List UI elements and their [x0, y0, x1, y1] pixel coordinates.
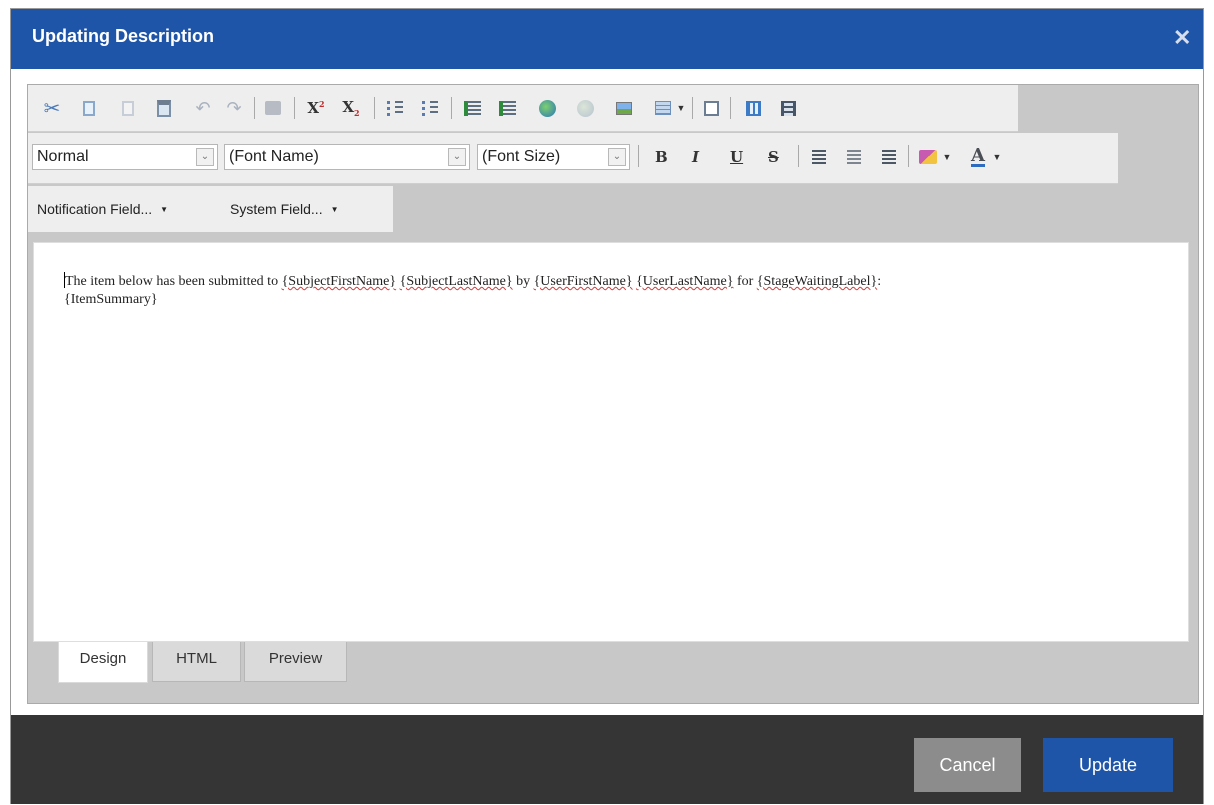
align-right-icon[interactable]	[877, 145, 901, 169]
rich-text-editor: ✂ ↶ ↷ X2 X2 ▼ Normal ⌄ (Font Name) ⌄ (Fo…	[27, 84, 1199, 704]
toolbar-separator	[798, 145, 799, 167]
field-token: {ItemSummary}	[64, 292, 158, 307]
tab-design[interactable]: Design	[58, 642, 148, 683]
updating-description-dialog: Updating Description ✕ ✂ ↶ ↷ X2 X2 ▼ Nor…	[10, 8, 1204, 804]
superscript-mark: 2	[319, 99, 325, 109]
toolbar-separator	[638, 145, 639, 167]
field-token: {UserLastName}	[636, 274, 734, 289]
italic-button[interactable]: I	[692, 144, 699, 170]
chevron-down-icon: ⌄	[196, 148, 214, 166]
align-left-icon[interactable]	[807, 145, 831, 169]
redo-icon[interactable]: ↷	[222, 96, 246, 120]
toolbar-separator	[374, 97, 375, 119]
highlight-color-icon[interactable]	[916, 145, 940, 169]
cut-icon[interactable]: ✂	[40, 96, 64, 120]
tab-html[interactable]: HTML	[152, 642, 241, 682]
paragraph-style-value: Normal	[37, 148, 89, 165]
notification-fields-dropdown[interactable]: Notification Field... ▼	[37, 198, 168, 220]
font-size-value: (Font Size)	[482, 148, 561, 165]
unordered-list-icon[interactable]	[418, 96, 442, 120]
toolbar-separator	[908, 145, 909, 167]
font-size-select[interactable]: (Font Size) ⌄	[477, 144, 630, 170]
dialog-title-bar: Updating Description ✕	[11, 9, 1203, 69]
editor-toolbar-row-2: Normal ⌄ (Font Name) ⌄ (Font Size) ⌄ B I…	[28, 133, 1118, 184]
outdent-icon[interactable]	[495, 96, 519, 120]
underline-button[interactable]: U	[730, 144, 743, 170]
field-token: {SubjectFirstName}	[281, 274, 397, 289]
toolbar-separator	[254, 97, 255, 119]
subscript-mark: 2	[354, 108, 360, 118]
highlight-dropdown-arrow[interactable]: ▼	[940, 145, 954, 169]
system-fields-label: System Field...	[230, 201, 323, 217]
text-segment: for	[733, 274, 757, 289]
paste-icon[interactable]	[152, 96, 176, 120]
field-token: {UserFirstName}	[533, 274, 633, 289]
table-dropdown-arrow[interactable]: ▼	[674, 96, 688, 120]
columns-icon[interactable]	[776, 96, 800, 120]
text-segment: by	[512, 274, 534, 289]
cancel-button[interactable]: Cancel	[914, 738, 1021, 792]
ordered-list-icon[interactable]	[383, 96, 407, 120]
remove-link-icon[interactable]	[573, 96, 597, 120]
toolbar-separator	[451, 97, 452, 119]
toolbar-separator	[730, 97, 731, 119]
module-manager-icon[interactable]	[741, 96, 765, 120]
field-token: {SubjectLastName}	[399, 274, 513, 289]
bold-button[interactable]: B	[655, 144, 668, 170]
text-segment: The item below has been submitted to	[65, 274, 282, 289]
toolbar-separator	[294, 97, 295, 119]
caret-down-icon: ▼	[330, 205, 339, 215]
editor-toolbar-row-1: ✂ ↶ ↷ X2 X2 ▼	[28, 85, 1018, 132]
text-segment: :	[877, 274, 882, 289]
undo-icon[interactable]: ↶	[191, 96, 215, 120]
dialog-title: Updating Description	[32, 26, 215, 46]
caret-down-icon: ▼	[160, 205, 169, 215]
superscript-icon[interactable]: X2	[304, 96, 328, 120]
paste-plain-icon[interactable]	[116, 96, 140, 120]
superscript-label: X	[307, 99, 320, 117]
editor-toolbar-row-3: Notification Field... ▼ System Field... ▼	[28, 186, 393, 232]
indent-icon[interactable]	[460, 96, 484, 120]
font-color-dropdown-arrow[interactable]: ▼	[990, 145, 1004, 169]
dialog-footer: Cancel Update	[11, 715, 1203, 804]
hyperlink-icon[interactable]	[535, 96, 559, 120]
font-name-value: (Font Name)	[229, 148, 319, 165]
align-center-icon[interactable]	[842, 145, 866, 169]
tab-preview[interactable]: Preview	[244, 642, 347, 682]
description-text[interactable]: The item below has been submitted to {Su…	[64, 272, 1174, 309]
notification-fields-label: Notification Field...	[37, 201, 153, 217]
toolbar-separator	[692, 97, 693, 119]
font-name-select[interactable]: (Font Name) ⌄	[224, 144, 470, 170]
font-color-icon[interactable]: A	[966, 145, 990, 169]
subscript-icon[interactable]: X2	[339, 96, 363, 120]
copy-icon[interactable]	[77, 96, 101, 120]
chevron-down-icon: ⌄	[448, 148, 466, 166]
strikethrough-button[interactable]: S	[768, 144, 779, 170]
update-button[interactable]: Update	[1043, 738, 1173, 792]
image-icon[interactable]	[612, 96, 636, 120]
table-icon[interactable]	[651, 96, 675, 120]
paragraph-style-select[interactable]: Normal ⌄	[32, 144, 218, 170]
chevron-down-icon: ⌄	[608, 148, 626, 166]
field-token: {StageWaitingLabel}	[756, 274, 878, 289]
find-replace-icon[interactable]	[699, 96, 723, 120]
editor-content-area[interactable]: The item below has been submitted to {Su…	[33, 242, 1189, 642]
format-stripper-icon[interactable]	[261, 96, 285, 120]
close-icon[interactable]: ✕	[1173, 27, 1191, 49]
system-fields-dropdown[interactable]: System Field... ▼	[230, 198, 339, 220]
subscript-label: X	[342, 98, 355, 116]
